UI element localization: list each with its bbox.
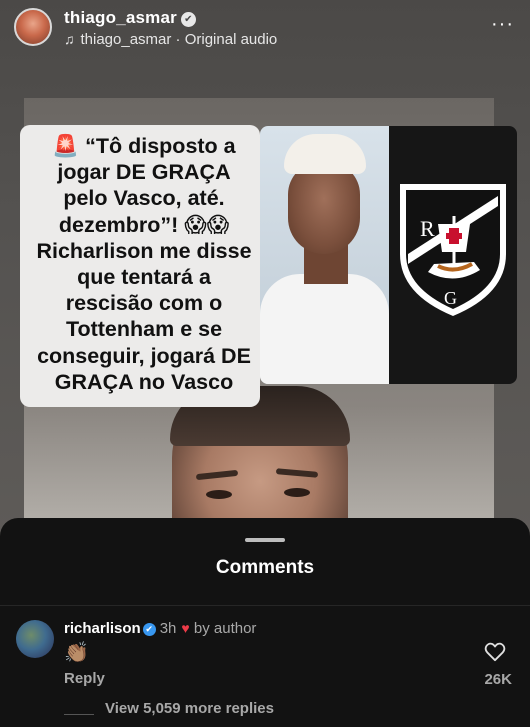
presenter-eye-left bbox=[206, 490, 232, 499]
svg-text:R: R bbox=[420, 216, 435, 241]
player-club-image: R G bbox=[260, 126, 517, 384]
reply-button[interactable]: Reply bbox=[64, 670, 105, 687]
divider bbox=[0, 605, 530, 606]
audio-info[interactable]: ♫ thiago_asmar · Original audio bbox=[64, 31, 277, 48]
author-username[interactable]: thiago_asmar bbox=[64, 8, 177, 27]
player-hair bbox=[284, 134, 366, 174]
player-face bbox=[288, 162, 360, 254]
svg-text:G: G bbox=[444, 288, 457, 308]
verified-icon: ✔ bbox=[142, 623, 156, 636]
verified-icon: ✔ bbox=[180, 12, 196, 27]
replies-line bbox=[64, 714, 94, 715]
view-replies-button[interactable]: View 5,059 more replies bbox=[105, 700, 274, 717]
music-note-icon: ♫ bbox=[64, 31, 75, 47]
comment-header: richarlison ✔ 3h ♥ by author bbox=[64, 620, 256, 637]
author-liked-heart-icon: ♥ bbox=[181, 620, 190, 636]
comment-text: 👏🏽 bbox=[64, 642, 89, 664]
sheet-drag-handle[interactable] bbox=[245, 538, 285, 542]
audio-text[interactable]: thiago_asmar · Original audio bbox=[81, 31, 278, 48]
club-crest-icon: R G bbox=[400, 184, 506, 316]
post-header: thiago_asmar ✔ ♫ thiago_asmar · Original a… bbox=[0, 0, 530, 56]
commenter-avatar[interactable] bbox=[16, 620, 54, 658]
more-options-icon[interactable]: ··· bbox=[491, 14, 514, 34]
quote-caption: 🚨 “Tô disposto a jogar DE GRAÇA pelo Vas… bbox=[20, 125, 260, 407]
comments-title: Comments bbox=[215, 557, 315, 578]
video-player[interactable]: thiago_asmar ✔ ♫ thiago_asmar · Original a… bbox=[0, 0, 530, 540]
like-count: 26K bbox=[484, 671, 512, 688]
author-username-row[interactable]: thiago_asmar ✔ bbox=[64, 8, 196, 28]
by-author-label: by author bbox=[193, 620, 257, 637]
commenter-username[interactable]: richarlison bbox=[64, 620, 141, 637]
comments-sheet: Comments richarlison ✔ 3h ♥ by author 👏🏽 Re… bbox=[0, 518, 530, 727]
presenter-eye-right bbox=[284, 488, 310, 497]
player-shirt bbox=[260, 274, 389, 384]
author-avatar[interactable] bbox=[14, 8, 52, 46]
comment-time: 3h bbox=[159, 620, 177, 637]
heart-icon[interactable] bbox=[484, 642, 506, 662]
